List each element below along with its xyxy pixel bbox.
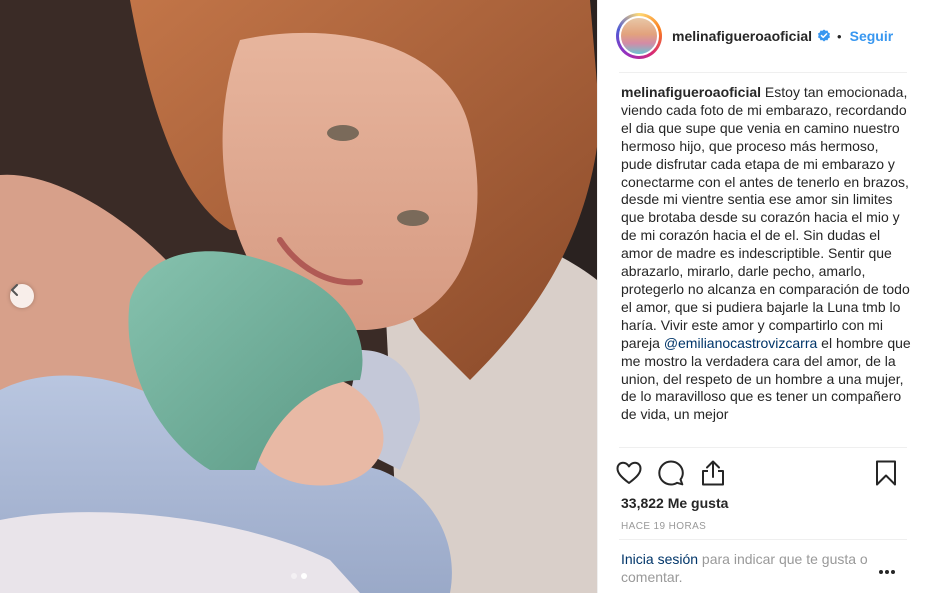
verified-badge-icon [818, 29, 831, 42]
post-photo[interactable] [0, 0, 597, 593]
post-caption: melinafigueroaoficial Estoy tan emociona… [621, 84, 913, 442]
login-link[interactable]: Inicia sesión [621, 551, 698, 567]
carousel-dot [290, 573, 297, 579]
carousel-dot-active [300, 573, 307, 579]
like-count[interactable]: 33,822 Me gusta [621, 495, 728, 511]
photo-illustration [0, 0, 597, 593]
more-options-button[interactable] [878, 562, 896, 580]
bookmark-icon [876, 460, 896, 486]
header-username[interactable]: melinafigueroaoficial [672, 28, 812, 44]
share-button[interactable] [698, 458, 728, 488]
caption-mention-link[interactable]: @emilianocastrovizcarra [664, 335, 817, 351]
more-icon [879, 570, 895, 574]
footer-divider [619, 539, 907, 540]
caption-username[interactable]: melinafigueroaoficial [621, 84, 761, 100]
follow-button[interactable]: Seguir [850, 28, 894, 44]
comment-icon [658, 460, 684, 486]
action-bar [614, 458, 909, 488]
save-button[interactable] [871, 458, 901, 488]
caption-divider [619, 447, 907, 448]
comment-button[interactable] [656, 458, 686, 488]
header-separator: • [837, 28, 842, 44]
share-icon [702, 460, 724, 486]
header-divider [619, 72, 907, 73]
carousel-indicator [0, 573, 597, 579]
post-panel: melinafigueroaoficial • Seguir melinafig… [597, 0, 927, 593]
login-prompt: Inicia sesión para indicar que te gusta … [621, 550, 881, 586]
post-header: melinafigueroaoficial • Seguir [598, 0, 927, 72]
chevron-left-icon [11, 284, 18, 296]
avatar-image [619, 16, 659, 56]
post-timestamp: HACE 19 HORAS [621, 521, 707, 532]
heart-icon [616, 461, 642, 484]
carousel-prev-button[interactable] [10, 284, 34, 308]
like-button[interactable] [614, 458, 644, 488]
avatar[interactable] [616, 13, 662, 59]
caption-text: Estoy tan emocionada, viendo cada foto d… [621, 84, 910, 351]
